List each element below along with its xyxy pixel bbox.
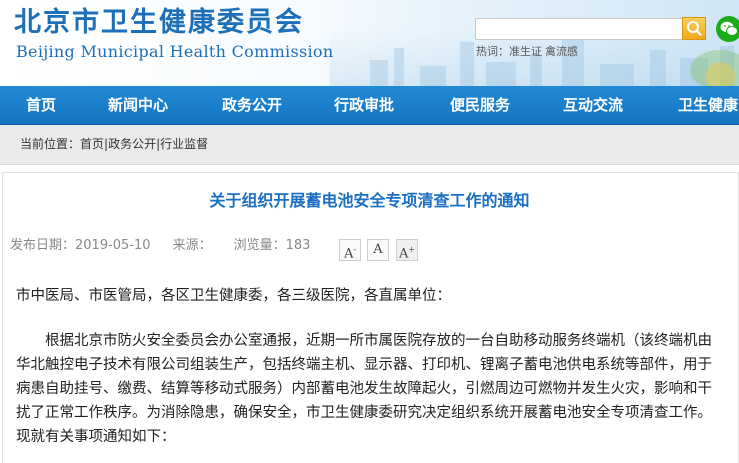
font-decrease-button[interactable]: A-	[339, 239, 361, 261]
breadcrumb-prefix: 当前位置：	[20, 137, 81, 151]
nav-item-interaction[interactable]: 互动交流	[563, 86, 623, 124]
article-meta: 发布日期：2019-05-10 来源： 浏览量：183	[10, 236, 332, 256]
search-icon	[687, 21, 702, 36]
nav-item-admin-approval[interactable]: 行政审批	[334, 86, 394, 124]
wechat-button[interactable]	[716, 16, 739, 42]
header-decoration	[705, 62, 735, 86]
breadcrumb-link[interactable]: 行业监督	[160, 137, 208, 151]
site-header: 北京市卫生健康委员会 Beijing Municipal Health Comm…	[0, 0, 739, 86]
search-button[interactable]	[682, 17, 706, 40]
nav-item-gov-affairs[interactable]: 政务公开	[222, 86, 282, 124]
hot-word-link[interactable]: 准生证	[509, 45, 542, 58]
hot-word-link[interactable]: 禽流感	[545, 45, 578, 58]
font-reset-button[interactable]: A	[367, 239, 389, 261]
nav-item-news[interactable]: 新闻中心	[108, 86, 168, 124]
main-nav: 首页 新闻中心 政务公开 行政审批 便民服务 互动交流 卫生健康	[0, 86, 739, 125]
view-count: 浏览量：183	[233, 238, 311, 253]
nav-item-home[interactable]: 首页	[26, 86, 56, 124]
article-greeting: 市中医局、市医管局，各区卫生健康委，各三级医院，各直属单位：	[16, 288, 451, 304]
search-input[interactable]	[476, 20, 682, 40]
breadcrumb-link[interactable]: 政务公开	[108, 137, 156, 151]
article-title: 关于组织开展蓄电池安全专项清查工作的通知	[209, 191, 530, 210]
search-field[interactable]	[475, 18, 683, 40]
site-subtitle: Beijing Municipal Health Commission	[16, 42, 334, 61]
nav-item-health[interactable]: 卫生健康	[678, 86, 738, 124]
font-increase-button[interactable]: A+	[396, 239, 418, 261]
breadcrumb-link[interactable]: 首页	[80, 137, 104, 151]
hot-words-label: 热词：	[476, 45, 509, 58]
article-paragraph: 根据北京市防火安全委员会办公室通报，近期一所市属医院存放的一台自助移动服务终端机…	[16, 333, 712, 445]
article-source: 来源：	[172, 238, 212, 253]
nav-item-public-service[interactable]: 便民服务	[450, 86, 510, 124]
site-title: 北京市卫生健康委员会	[14, 7, 304, 38]
hot-words: 热词：准生证 禽流感	[476, 45, 581, 59]
publish-date: 发布日期：2019-05-10	[10, 238, 151, 253]
breadcrumb: 当前位置：首页|政务公开|行业监督	[0, 125, 739, 165]
wechat-icon	[720, 21, 738, 36]
